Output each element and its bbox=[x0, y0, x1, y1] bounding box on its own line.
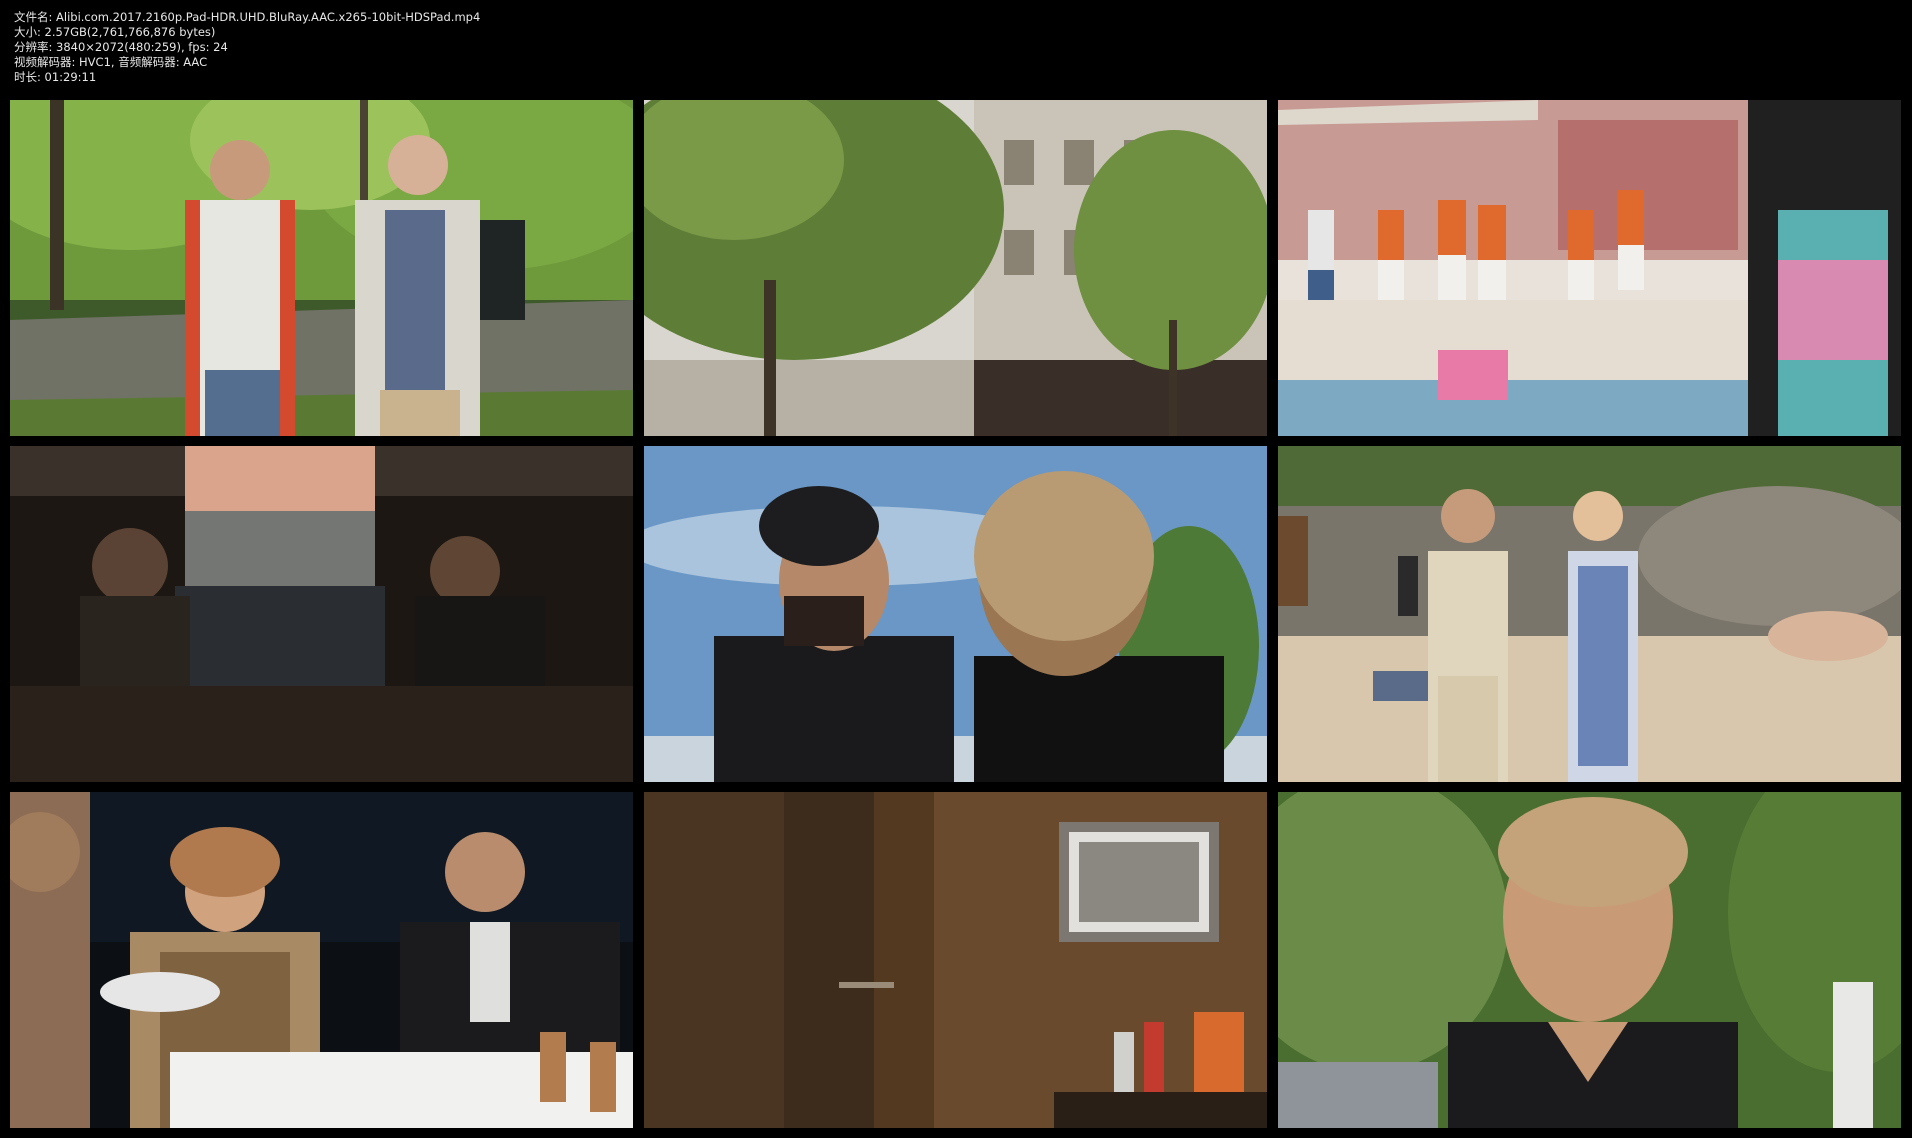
duration-text: 时长: 01:29:11 bbox=[14, 70, 97, 84]
filesize-text: 大小: 2.57GB(2,761,766,876 bytes) bbox=[14, 25, 216, 39]
thumbnail-wooden-room bbox=[644, 792, 1267, 1128]
thumbnail-pool-party bbox=[1278, 100, 1901, 436]
thumbnail-dinner-table bbox=[10, 792, 633, 1128]
codecs-text: 视频解码器: HVC1, 音频解码器: AAC bbox=[14, 55, 208, 69]
thumbnail-forest-road bbox=[10, 100, 633, 436]
thumbnail-grid bbox=[10, 100, 1902, 1128]
thumbnail-under-bed bbox=[10, 446, 633, 782]
resolution-text: 分辨率: 3840×2072(480:259), fps: 24 bbox=[14, 40, 228, 54]
thumbnail-paris-building bbox=[644, 100, 1267, 436]
file-info-panel: 文件名: Alibi.com.2017.2160p.Pad-HDR.UHD.Bl… bbox=[14, 10, 480, 85]
filename-text: 文件名: Alibi.com.2017.2160p.Pad-HDR.UHD.Bl… bbox=[14, 10, 481, 24]
thumbnail-beach-couple bbox=[1278, 446, 1901, 782]
thumbnail-man-in-cap bbox=[644, 446, 1267, 782]
thumbnail-blond-man bbox=[1278, 792, 1901, 1128]
